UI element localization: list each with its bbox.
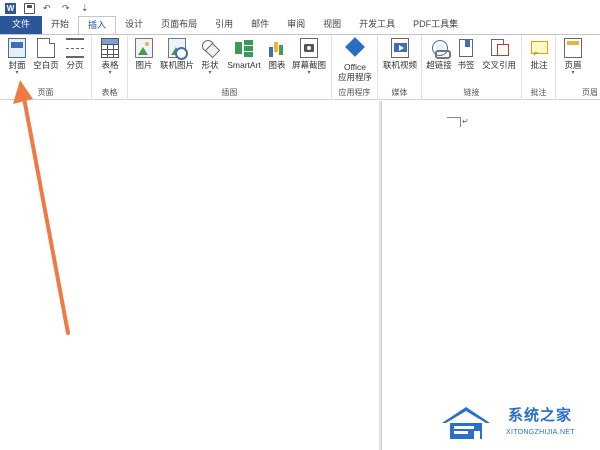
tab-file[interactable]: 文件 <box>0 16 43 34</box>
cover-button[interactable]: 封面 ▾ <box>4 38 30 76</box>
undo-icon[interactable]: ↶ <box>43 3 54 14</box>
shapes-button[interactable]: 形状 ▾ <box>198 38 222 76</box>
group-media: 联机视频 媒体 <box>378 35 422 100</box>
chevron-down-icon: ▾ <box>208 70 212 76</box>
cross-reference-button[interactable]: 交叉引用 <box>479 38 519 70</box>
video-icon <box>391 38 409 58</box>
watermark-url: XITONGZHIJIA.NET <box>506 429 575 436</box>
ribbon-tabs: 文件 开始 插入 设计 页面布局 引用 邮件 审阅 视图 开发工具 PDF工具集 <box>0 16 600 35</box>
quick-access-toolbar: W ↶ ↷ ⇣ <box>0 0 600 16</box>
tab-mailings[interactable]: 邮件 <box>242 16 278 34</box>
tab-home[interactable]: 开始 <box>42 16 78 34</box>
comment-button[interactable]: 批注 <box>526 38 552 70</box>
group-label-pages: 页面 <box>37 88 54 97</box>
hyperlink-button[interactable]: 超链接 <box>425 38 453 70</box>
tab-design[interactable]: 设计 <box>116 16 152 34</box>
table-icon <box>101 38 119 58</box>
group-label-apps: 应用程序 <box>338 88 371 97</box>
tab-insert[interactable]: 插入 <box>78 16 117 35</box>
group-apps: Office 应用程序 应用程序 <box>332 35 378 100</box>
tab-developer[interactable]: 开发工具 <box>350 16 404 34</box>
group-comments: 批注 批注 <box>522 35 556 100</box>
blank-page-icon <box>37 38 55 58</box>
blank-page-button[interactable]: 空白页 <box>31 38 61 70</box>
watermark-title: 系统之家 <box>508 406 573 424</box>
ribbon: 封面 ▾ 空白页 分页 页面 表格 ▾ 表格 图片 联机图片 形状 ▾ Smar… <box>0 34 600 100</box>
screenshot-button[interactable]: 屏幕截图 ▾ <box>290 38 328 76</box>
bookmark-button[interactable]: 书签 <box>455 38 477 70</box>
chevron-down-icon: ▾ <box>571 70 575 76</box>
smartart-icon <box>235 38 253 58</box>
group-pages: 封面 ▾ 空白页 分页 页面 <box>0 35 92 100</box>
hyperlink-icon <box>430 38 451 59</box>
cross-reference-icon <box>490 38 509 58</box>
tab-page-layout[interactable]: 页面布局 <box>152 16 206 34</box>
online-picture-button[interactable]: 联机图片 <box>158 38 196 70</box>
group-label-links: 链接 <box>463 88 480 97</box>
redo-icon[interactable]: ↷ <box>62 3 73 14</box>
group-illustrations: 图片 联机图片 形状 ▾ SmartArt 图表 屏幕截图 ▾ 插图 <box>128 35 332 100</box>
group-tables: 表格 ▾ 表格 <box>92 35 128 100</box>
group-links: 超链接 书签 交叉引用 链接 <box>422 35 522 100</box>
watermark: 系统之家 XITONGZHIJIA.NET <box>438 401 596 445</box>
page-break-icon <box>66 38 84 58</box>
online-picture-icon <box>168 38 188 60</box>
chart-icon <box>268 38 286 58</box>
group-label-tables: 表格 <box>101 88 118 97</box>
page-break-button[interactable]: 分页 <box>62 38 88 70</box>
tab-view[interactable]: 视图 <box>314 16 350 34</box>
table-button[interactable]: 表格 ▾ <box>96 38 124 76</box>
picture-button[interactable]: 图片 <box>132 38 156 70</box>
chevron-down-icon: ▾ <box>307 70 311 76</box>
customize-icon[interactable]: ⇣ <box>81 3 92 14</box>
tab-review[interactable]: 审阅 <box>278 16 314 34</box>
office-apps-button[interactable]: Office 应用程序 <box>334 38 376 82</box>
house-logo-icon <box>442 407 490 439</box>
header-button[interactable]: 页眉 ▾ <box>560 38 586 76</box>
tab-pdf-tools[interactable]: PDF工具集 <box>404 16 467 34</box>
group-header-footer: 页眉 ▾ 页眉 <box>556 35 600 100</box>
word-icon: W <box>5 2 16 14</box>
tab-references[interactable]: 引用 <box>206 16 242 34</box>
bookmark-icon <box>457 38 475 58</box>
group-label-media: 媒体 <box>391 88 408 97</box>
paragraph-mark: ↵ <box>462 117 469 126</box>
camera-icon <box>300 38 318 58</box>
office-icon <box>345 38 365 60</box>
shapes-icon <box>201 38 219 58</box>
header-icon <box>564 38 582 58</box>
smartart-button[interactable]: SmartArt <box>224 38 264 70</box>
margin-corner-mark <box>447 112 461 127</box>
online-video-button[interactable]: 联机视频 <box>381 38 419 70</box>
chevron-down-icon: ▾ <box>15 70 19 76</box>
comment-icon <box>530 38 548 58</box>
group-label-header-footer: 页眉 <box>582 88 598 97</box>
picture-icon <box>135 38 153 58</box>
group-label-comments: 批注 <box>530 88 547 97</box>
document-canvas[interactable] <box>0 101 600 450</box>
chevron-down-icon: ▾ <box>108 70 112 76</box>
group-label-illustrations: 插图 <box>221 88 238 97</box>
page-edge <box>381 101 382 450</box>
chart-button[interactable]: 图表 <box>266 38 288 70</box>
save-icon[interactable] <box>24 2 35 14</box>
cover-page-icon <box>8 38 26 58</box>
